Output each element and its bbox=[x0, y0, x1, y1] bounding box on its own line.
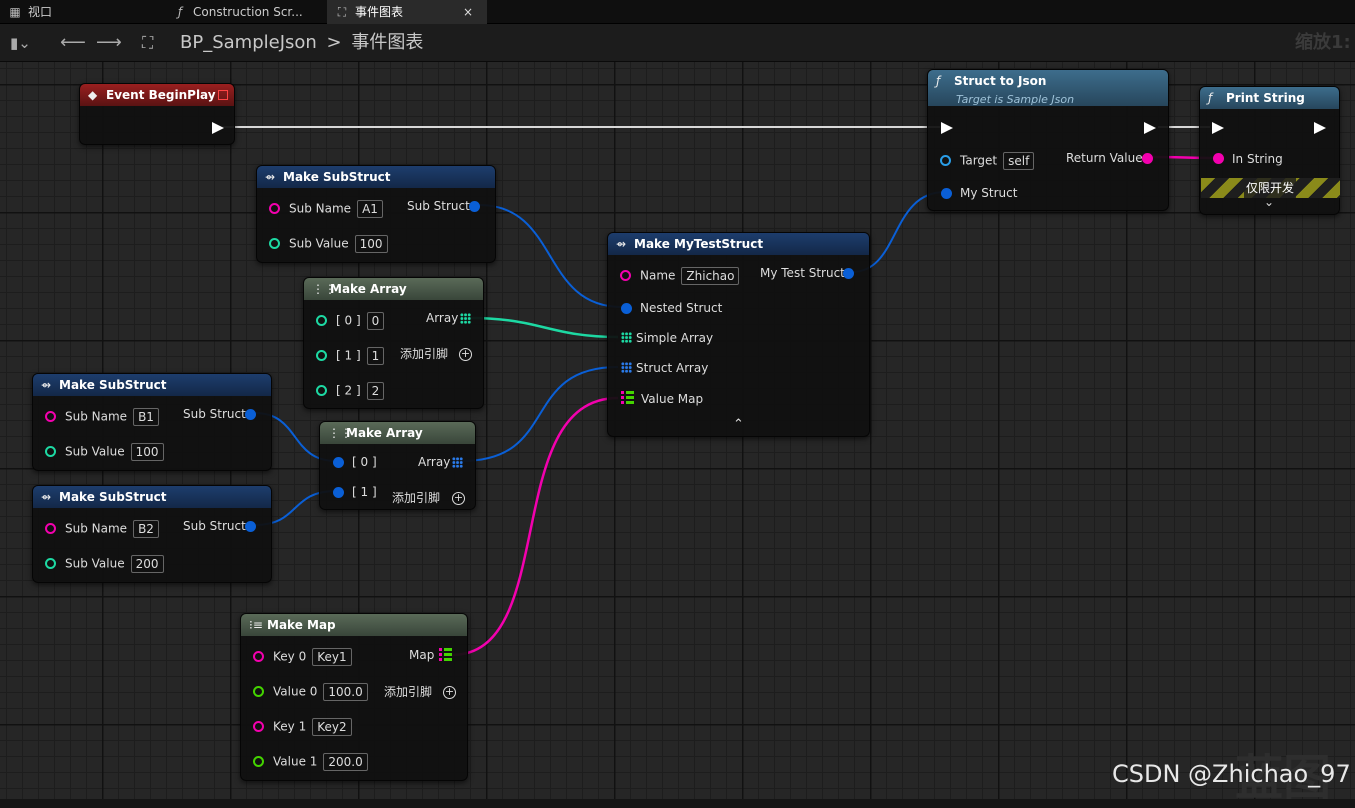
make-struct-icon: ⇴ bbox=[616, 237, 627, 251]
add-pin-button[interactable]: 添加引脚 bbox=[400, 346, 448, 362]
add-pin-button[interactable]: 添加引脚 bbox=[384, 684, 432, 700]
sub-name-input[interactable]: A1 bbox=[357, 200, 383, 218]
exec-in-pin[interactable] bbox=[941, 122, 953, 134]
return-value-pin[interactable] bbox=[1142, 153, 1153, 164]
graph-icon: ⛶ bbox=[337, 5, 347, 19]
viewport-icon: ▦ bbox=[9, 5, 21, 19]
breadcrumb-graph[interactable]: 事件图表 bbox=[351, 32, 423, 53]
array-index-2-pin[interactable] bbox=[316, 385, 327, 396]
array-index-0-pin[interactable] bbox=[316, 315, 327, 326]
node-make-array-struct[interactable]: ⋮⋮ Make Array [ 0 ] Array [ 1 ] 添加引脚 + bbox=[319, 421, 476, 510]
node-struct-to-json[interactable]: ƒ Struct to Json Target is Sample Json Tar… bbox=[927, 69, 1169, 211]
map-icon: ⁝≡ bbox=[249, 618, 263, 632]
make-struct-icon: ⇴ bbox=[41, 378, 52, 392]
nested-struct-pin[interactable] bbox=[621, 303, 632, 314]
array-icon: ⋮⋮ bbox=[328, 426, 352, 440]
graph-hierarchy-icon[interactable]: ⛶ bbox=[142, 24, 153, 62]
array-icon: ⋮⋮ bbox=[312, 282, 336, 296]
sub-value-input[interactable]: 200 bbox=[130, 555, 164, 573]
add-pin-button[interactable]: 添加引脚 bbox=[392, 490, 440, 506]
sub-name-input[interactable]: B2 bbox=[133, 520, 159, 538]
node-make-substruct-b1[interactable]: ⇴ Make SubStruct Sub Name B1 Sub Struct Su… bbox=[32, 373, 272, 471]
tab-viewport[interactable]: ▦ 视口 bbox=[0, 0, 160, 24]
close-icon[interactable]: × bbox=[463, 0, 473, 24]
name-input[interactable]: Zhichao bbox=[681, 267, 740, 285]
sub-name-pin[interactable] bbox=[45, 523, 56, 534]
collapse-chevron-up-icon[interactable]: ⌃ bbox=[733, 417, 744, 432]
sub-value-pin[interactable] bbox=[269, 238, 280, 249]
sub-value-input[interactable]: 100 bbox=[354, 235, 388, 253]
make-struct-icon: ⇴ bbox=[265, 170, 276, 184]
breadcrumb-blueprint[interactable]: BP_SampleJson bbox=[180, 32, 317, 53]
expand-chevron-down-icon[interactable]: ⌄ bbox=[1264, 195, 1274, 209]
bookmark-icon[interactable]: ▮⌄ bbox=[10, 24, 31, 62]
event-icon: ◆ bbox=[88, 88, 98, 102]
sub-name-input[interactable]: B1 bbox=[133, 408, 159, 426]
key0-input[interactable]: Key1 bbox=[312, 648, 352, 666]
sub-struct-out-pin[interactable] bbox=[469, 201, 480, 212]
node-print-string[interactable]: ƒ Print String In String 仅限开发 ⌄ bbox=[1199, 86, 1340, 215]
struct-array-pin[interactable] bbox=[621, 362, 632, 373]
array-index-1-input[interactable]: 1 bbox=[366, 347, 385, 365]
node-make-map[interactable]: ⁝≡ Make Map Key 0 Key1 Map Value 0 100.0 添加… bbox=[240, 613, 468, 781]
exec-out-pin[interactable] bbox=[1314, 122, 1326, 134]
sub-value-input[interactable]: 100 bbox=[130, 443, 164, 461]
node-event-begin-play[interactable]: ◆ Event BeginPlay bbox=[79, 83, 235, 145]
zoom-label: 缩放1: bbox=[1295, 32, 1351, 53]
key1-input[interactable]: Key2 bbox=[312, 718, 352, 736]
array-out-pin[interactable] bbox=[452, 457, 463, 468]
tab-construction-script[interactable]: ƒ Construction Scr... bbox=[165, 0, 325, 24]
function-icon: ƒ bbox=[1208, 91, 1213, 105]
key1-pin[interactable] bbox=[253, 721, 264, 732]
watermark-text: CSDN @Zhichao_97 bbox=[1112, 760, 1351, 788]
array-index-1-pin[interactable] bbox=[333, 487, 344, 498]
exec-out-pin[interactable] bbox=[212, 122, 224, 134]
exec-in-pin[interactable] bbox=[1212, 122, 1224, 134]
chevron-right-icon: > bbox=[326, 32, 342, 53]
make-struct-icon: ⇴ bbox=[41, 490, 52, 504]
exec-out-pin[interactable] bbox=[1144, 122, 1156, 134]
array-index-0-pin[interactable] bbox=[333, 457, 344, 468]
node-make-substruct-b2[interactable]: ⇴ Make SubStruct Sub Name B2 Sub Struct Su… bbox=[32, 485, 272, 583]
editor-tab-bar: ▦ 视口 ƒ Construction Scr... ⛶ 事件图表 × bbox=[0, 0, 1355, 24]
target-pin[interactable] bbox=[940, 155, 951, 166]
array-out-pin[interactable] bbox=[460, 313, 471, 324]
add-pin-icon[interactable]: + bbox=[443, 686, 456, 699]
target-input[interactable]: self bbox=[1003, 152, 1035, 170]
map-out-pin[interactable] bbox=[439, 648, 452, 662]
my-struct-pin[interactable] bbox=[941, 188, 952, 199]
sub-struct-out-pin[interactable] bbox=[245, 521, 256, 532]
breadcrumb: BP_SampleJson > 事件图表 bbox=[180, 24, 423, 62]
function-icon: ƒ bbox=[936, 74, 941, 88]
node-make-substruct-a[interactable]: ⇴ Make SubStruct Sub Name A1 Sub Struct Su… bbox=[256, 165, 496, 263]
sub-struct-out-pin[interactable] bbox=[245, 409, 256, 420]
function-icon: ƒ bbox=[177, 5, 183, 19]
add-pin-icon[interactable]: + bbox=[452, 492, 465, 505]
key0-pin[interactable] bbox=[253, 651, 264, 662]
value0-pin[interactable] bbox=[253, 686, 264, 697]
delegate-pin-icon[interactable] bbox=[218, 90, 228, 100]
simple-array-pin[interactable] bbox=[621, 332, 632, 343]
value1-pin[interactable] bbox=[253, 756, 264, 767]
value0-input[interactable]: 100.0 bbox=[323, 683, 368, 701]
forward-arrow-icon[interactable]: ⟶ bbox=[96, 24, 122, 62]
array-index-2-input[interactable]: 2 bbox=[366, 382, 385, 400]
sub-value-pin[interactable] bbox=[45, 446, 56, 457]
value1-input[interactable]: 200.0 bbox=[323, 753, 368, 771]
tab-event-graph[interactable]: ⛶ 事件图表 × bbox=[327, 0, 487, 24]
array-index-0-input[interactable]: 0 bbox=[366, 312, 385, 330]
node-make-array-int[interactable]: ⋮⋮ Make Array [ 0 ] 0 Array [ 1 ] 1 添加引脚 + … bbox=[303, 277, 484, 409]
name-pin[interactable] bbox=[620, 270, 631, 281]
back-arrow-icon[interactable]: ⟵ bbox=[60, 24, 86, 62]
add-pin-icon[interactable]: + bbox=[459, 348, 472, 361]
sub-name-pin[interactable] bbox=[45, 411, 56, 422]
my-test-struct-out-pin[interactable] bbox=[843, 268, 854, 279]
in-string-pin[interactable] bbox=[1213, 153, 1224, 164]
node-make-my-test-struct[interactable]: ⇴ Make MyTestStruct Name Zhichao My Test S… bbox=[607, 232, 870, 437]
array-index-1-pin[interactable] bbox=[316, 350, 327, 361]
value-map-pin[interactable] bbox=[621, 391, 634, 405]
sub-name-pin[interactable] bbox=[269, 203, 280, 214]
sub-value-pin[interactable] bbox=[45, 558, 56, 569]
